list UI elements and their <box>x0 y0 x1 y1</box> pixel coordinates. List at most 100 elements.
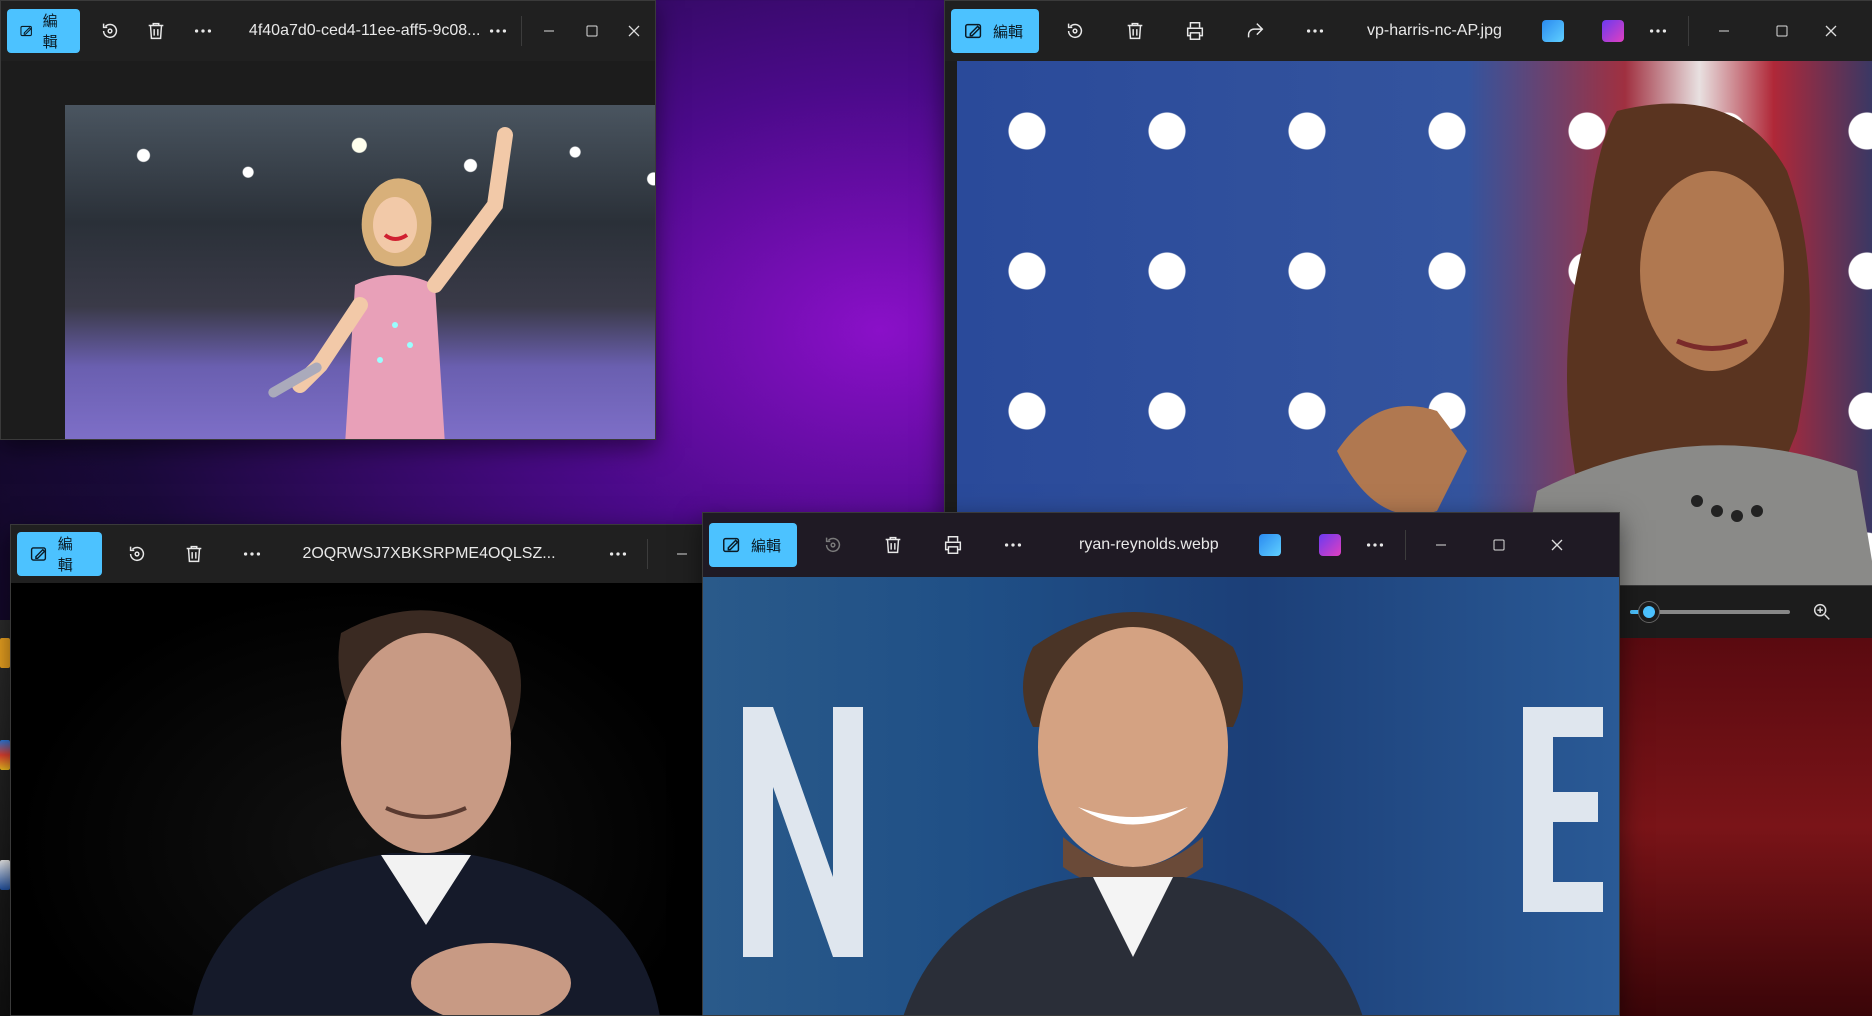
photo-window-2: 編輯 vp-harris-nc-AP.jpg <box>944 0 1872 586</box>
more-button[interactable] <box>1351 523 1399 567</box>
more-button[interactable] <box>989 523 1037 567</box>
edit-button[interactable]: 編輯 <box>951 9 1040 53</box>
more-button[interactable] <box>1291 9 1339 53</box>
file-title: 2OQRWSJ7XBKSRPME4OQLSZ... <box>302 545 556 562</box>
print-icon <box>944 536 962 554</box>
more-button[interactable] <box>186 9 221 53</box>
more-icon <box>1649 29 1666 33</box>
title-bar: 編輯 4f40a7d0-ced4-11ee-aff5-9c08... <box>1 1 655 61</box>
edit-label: 編輯 <box>751 536 782 555</box>
edit-icon <box>965 23 982 39</box>
clipchamp-icon[interactable] <box>1318 534 1341 556</box>
maximize-icon <box>1776 25 1788 37</box>
separator <box>647 539 649 569</box>
print-icon <box>1186 22 1204 40</box>
more-button[interactable] <box>229 532 275 576</box>
title-bar: 編輯 2OQRWSJ7XBKSRPME4OQLSZ... <box>11 525 709 583</box>
photo-window-4: 編輯 ryan-reynolds.webp <box>702 512 1620 1016</box>
zoom-in-button[interactable] <box>1808 598 1836 626</box>
rotate-button[interactable] <box>1051 9 1099 53</box>
delete-button[interactable] <box>1111 9 1159 53</box>
speaker-figure <box>1337 103 1872 585</box>
print-button[interactable] <box>1171 9 1219 53</box>
portrait-figure <box>743 612 1603 1015</box>
more-icon <box>489 29 507 33</box>
edit-button[interactable]: 編輯 <box>709 523 798 567</box>
maximize-icon <box>586 25 598 37</box>
minimize-button[interactable] <box>654 525 709 584</box>
minimize-button[interactable] <box>528 1 570 61</box>
close-button[interactable] <box>1811 1 1851 61</box>
portrait-figure <box>192 610 660 1015</box>
zoom-toolbar <box>1618 586 1872 638</box>
rotate-icon <box>1067 23 1083 39</box>
maximize-button[interactable] <box>1470 515 1528 575</box>
delete-button[interactable] <box>171 532 217 576</box>
maximize-button[interactable] <box>1753 1 1811 61</box>
edit-icon <box>30 547 47 561</box>
photos-editor-icon[interactable] <box>1541 20 1564 42</box>
photo-window-3: 編輯 2OQRWSJ7XBKSRPME4OQLSZ... <box>10 524 710 1016</box>
delete-button[interactable] <box>139 9 174 53</box>
zoom-slider[interactable] <box>1630 602 1790 622</box>
file-title: vp-harris-nc-AP.jpg <box>1367 22 1502 39</box>
maximize-button[interactable] <box>570 1 612 61</box>
edit-icon <box>723 537 740 553</box>
close-button[interactable] <box>1528 515 1586 575</box>
title-bar: 編輯 ryan-reynolds.webp <box>703 513 1619 577</box>
photo-image[interactable] <box>957 61 1872 585</box>
minimize-button[interactable] <box>1695 1 1753 61</box>
rotate-button[interactable] <box>114 532 160 576</box>
rotate-icon <box>129 546 144 562</box>
close-button[interactable] <box>613 1 655 61</box>
more-button[interactable] <box>1634 9 1682 53</box>
clipchamp-icon[interactable] <box>1601 20 1624 42</box>
minimize-icon <box>676 553 687 555</box>
print-button[interactable] <box>929 523 977 567</box>
more-icon <box>1004 543 1022 547</box>
separator <box>1404 530 1406 560</box>
desktop-icons-strip <box>0 620 10 1016</box>
share-button[interactable] <box>1231 9 1279 53</box>
rotate-button[interactable] <box>92 9 127 53</box>
minimize-icon <box>1435 544 1446 546</box>
more-icon <box>610 552 627 556</box>
edit-button[interactable]: 編輯 <box>17 532 102 576</box>
file-title: ryan-reynolds.webp <box>1079 536 1219 553</box>
desktop-wallpaper-red <box>1618 638 1872 1016</box>
desktop-app-icon[interactable] <box>0 638 10 668</box>
delete-button[interactable] <box>869 523 917 567</box>
edit-label: 編輯 <box>57 535 73 574</box>
desktop-app-icon[interactable] <box>0 860 10 890</box>
photo-image[interactable] <box>65 105 655 439</box>
close-icon <box>1551 539 1563 551</box>
close-icon <box>1825 25 1837 37</box>
edit-button[interactable]: 編輯 <box>7 9 81 53</box>
close-icon <box>628 25 640 37</box>
edit-label: 編輯 <box>993 22 1024 41</box>
performer-figure <box>268 127 513 439</box>
minimize-button[interactable] <box>1412 515 1470 575</box>
photo-image[interactable] <box>11 583 709 1015</box>
rotate-icon <box>102 23 117 39</box>
file-title: 4f40a7d0-ced4-11ee-aff5-9c08... <box>248 22 481 39</box>
minimize-icon <box>1718 30 1729 32</box>
more-icon <box>1306 29 1324 33</box>
share-icon <box>1247 23 1264 38</box>
zoom-slider-thumb[interactable] <box>1639 602 1660 622</box>
more-button[interactable] <box>481 9 516 53</box>
delete-icon <box>149 22 164 40</box>
rotate-icon <box>825 537 841 553</box>
photo-image[interactable] <box>703 577 1619 1015</box>
zoom-in-icon <box>1813 603 1830 620</box>
more-icon <box>1366 543 1383 547</box>
maximize-icon <box>1493 539 1505 551</box>
photos-editor-icon[interactable] <box>1258 534 1281 556</box>
more-button[interactable] <box>596 532 642 576</box>
separator <box>521 16 523 46</box>
minimize-icon <box>544 30 555 32</box>
desktop-app-icon[interactable] <box>0 740 10 770</box>
separator <box>1687 16 1689 46</box>
rotate-button[interactable] <box>809 523 857 567</box>
delete-icon <box>186 545 202 563</box>
